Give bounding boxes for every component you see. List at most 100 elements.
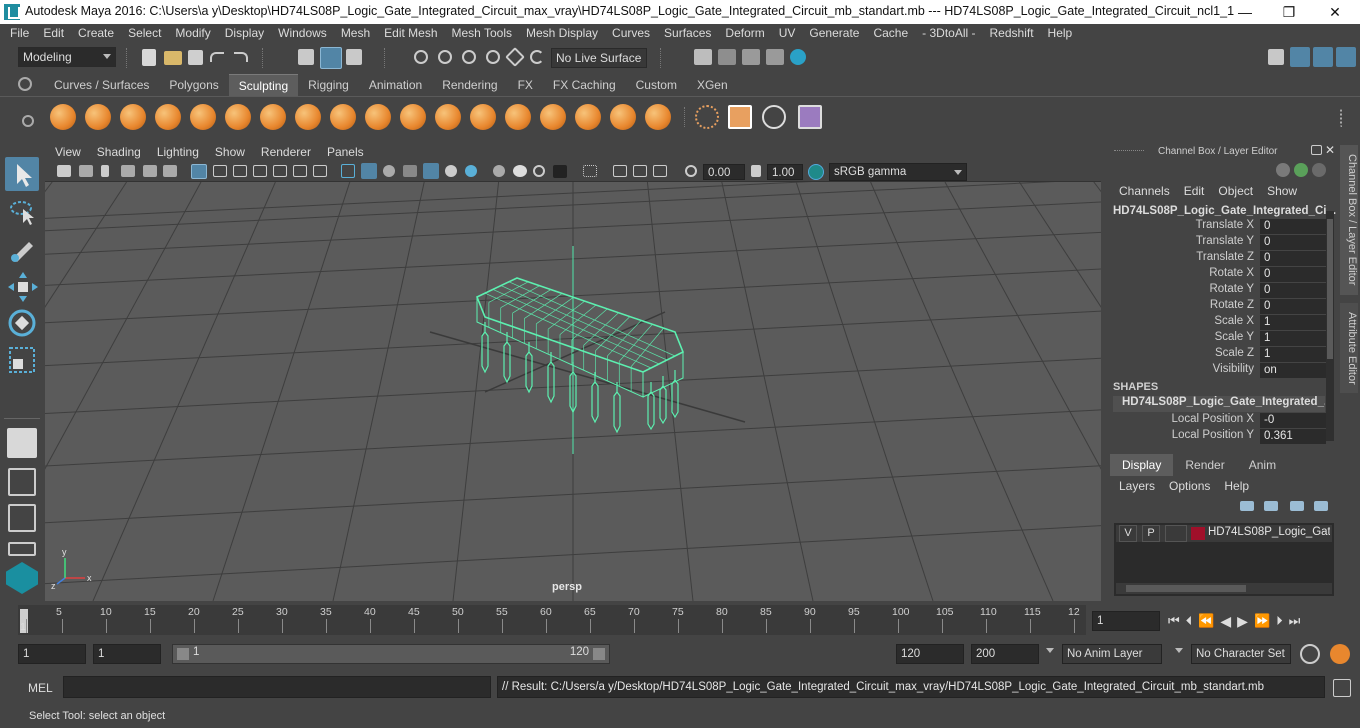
safe-action-icon[interactable] bbox=[293, 165, 307, 177]
motion-blur-icon[interactable] bbox=[493, 165, 505, 177]
scrollbar-thumb[interactable] bbox=[1327, 219, 1333, 359]
hypershade-icon[interactable] bbox=[790, 49, 806, 65]
step-back-frame-icon[interactable]: ⏴ bbox=[1186, 613, 1193, 629]
snap-grid-icon[interactable] bbox=[414, 50, 428, 64]
tab-display[interactable]: Display bbox=[1110, 454, 1174, 476]
edit-menu[interactable]: Edit bbox=[1177, 184, 1212, 198]
chevron-down-icon[interactable] bbox=[1175, 648, 1183, 653]
outliner-layout-icon[interactable] bbox=[8, 504, 36, 532]
close-icon[interactable]: ✕ bbox=[1325, 143, 1335, 157]
animation-preferences-icon[interactable] bbox=[1330, 644, 1350, 664]
go-to-start-icon[interactable]: ⏮ bbox=[1168, 613, 1180, 629]
backface-culling-icon[interactable] bbox=[653, 165, 667, 177]
channel-attribute-label[interactable]: Rotate X bbox=[1098, 267, 1254, 279]
channel-attribute-label[interactable]: Visibility bbox=[1098, 363, 1254, 375]
viewport-menu-shading[interactable]: Shading bbox=[89, 143, 149, 162]
animation-start-field[interactable]: 1 bbox=[93, 644, 161, 664]
toggle-tool-settings-icon[interactable] bbox=[1313, 47, 1333, 67]
command-input[interactable] bbox=[63, 676, 491, 698]
freeze-tool-icon[interactable] bbox=[645, 104, 671, 130]
menu-edit-mesh[interactable]: Edit Mesh bbox=[377, 24, 444, 44]
pinch-tool-icon[interactable] bbox=[190, 104, 216, 130]
channel-attribute-value[interactable]: 0 bbox=[1260, 251, 1326, 266]
menu-display[interactable]: Display bbox=[218, 24, 271, 44]
use-all-lights-icon[interactable] bbox=[423, 163, 439, 179]
tab-anim[interactable]: Anim bbox=[1237, 454, 1288, 476]
command-language-toggle[interactable]: MEL bbox=[28, 681, 53, 695]
shelf-tab-xgen[interactable]: XGen bbox=[687, 74, 738, 96]
channel-attribute-label[interactable]: Translate X bbox=[1098, 219, 1254, 231]
viewport-menu-view[interactable]: View bbox=[47, 143, 89, 162]
shelf-tab-rigging[interactable]: Rigging bbox=[298, 74, 359, 96]
open-scene-icon[interactable] bbox=[164, 51, 182, 65]
select-by-hierarchy-icon[interactable] bbox=[298, 49, 314, 65]
channel-attribute-label[interactable]: Scale Z bbox=[1098, 347, 1254, 359]
shelf-tab-sculpting[interactable]: Sculpting bbox=[228, 74, 299, 96]
four-view-layout-icon[interactable] bbox=[8, 468, 36, 496]
gear-icon[interactable] bbox=[22, 115, 34, 127]
play-forwards-icon[interactable]: ▶ bbox=[1237, 613, 1248, 630]
film-gate-icon[interactable] bbox=[213, 165, 227, 177]
smear-tool-icon[interactable] bbox=[540, 104, 566, 130]
grab-tool-icon[interactable] bbox=[155, 104, 181, 130]
textured-icon[interactable] bbox=[403, 165, 417, 177]
sculpt-layer-icon[interactable] bbox=[798, 105, 822, 129]
channel-box-option-icon-3[interactable] bbox=[1312, 163, 1326, 177]
range-slider-bar[interactable]: 1 120 bbox=[172, 644, 610, 664]
viewport-menu-panels[interactable]: Panels bbox=[319, 143, 372, 162]
channel-box-side-tab[interactable]: Channel Box / Layer Editor bbox=[1340, 145, 1358, 295]
viewport-menu-renderer[interactable]: Renderer bbox=[253, 143, 319, 162]
channel-attribute-value[interactable]: 0 bbox=[1260, 235, 1326, 250]
rotate-tool-icon[interactable] bbox=[5, 306, 39, 340]
channel-attribute-value[interactable]: 1 bbox=[1260, 331, 1326, 346]
script-editor-icon[interactable] bbox=[1333, 679, 1351, 697]
move-tool-icon[interactable] bbox=[5, 269, 39, 303]
minimize-button[interactable]: — bbox=[1230, 2, 1260, 22]
bookmark-icon[interactable] bbox=[101, 165, 109, 177]
render-current-frame-icon[interactable] bbox=[718, 49, 736, 65]
end-time-field[interactable]: 120 bbox=[896, 644, 964, 664]
snap-view-plane-icon[interactable] bbox=[486, 50, 500, 64]
exposure-field[interactable]: 0.00 bbox=[703, 164, 745, 180]
workspace-icon[interactable] bbox=[1268, 49, 1284, 65]
go-to-end-icon[interactable]: ⏭ bbox=[1289, 613, 1301, 629]
layer-visibility-toggle[interactable]: V bbox=[1119, 525, 1137, 542]
live-surface-field[interactable]: No Live Surface bbox=[551, 48, 647, 68]
move-layer-down-icon[interactable] bbox=[1264, 501, 1278, 511]
undo-icon[interactable] bbox=[210, 52, 224, 62]
flatten-tool-icon[interactable] bbox=[225, 104, 251, 130]
step-back-key-icon[interactable]: ⏪ bbox=[1198, 613, 1214, 629]
float-panel-icon[interactable] bbox=[1311, 145, 1322, 155]
object-menu[interactable]: Object bbox=[1211, 184, 1260, 198]
scrollbar-thumb[interactable] bbox=[1126, 585, 1246, 592]
gate-mask-icon[interactable] bbox=[253, 165, 267, 177]
graph-layout-icon[interactable] bbox=[8, 542, 36, 556]
scale-tool-icon[interactable] bbox=[5, 343, 39, 377]
shelf-tab-custom[interactable]: Custom bbox=[626, 74, 687, 96]
animation-end-field[interactable]: 200 bbox=[971, 644, 1039, 664]
shelf-tab-curves-surfaces[interactable]: Curves / Surfaces bbox=[44, 74, 159, 96]
channel-attribute-value[interactable]: 1 bbox=[1260, 347, 1326, 362]
menu-deform[interactable]: Deform bbox=[718, 24, 771, 44]
sculpt-tool-icon[interactable] bbox=[50, 104, 76, 130]
new-layer-from-selection-icon[interactable] bbox=[1314, 501, 1328, 511]
relax-tool-icon[interactable] bbox=[120, 104, 146, 130]
channel-attribute-value[interactable]: 0 bbox=[1260, 299, 1326, 314]
menu-mesh-tools[interactable]: Mesh Tools bbox=[445, 24, 519, 44]
ipr-render-icon[interactable] bbox=[742, 49, 760, 65]
anim-layer-dropdown[interactable]: No Anim Layer bbox=[1062, 644, 1162, 664]
attribute-editor-side-tab[interactable]: Attribute Editor bbox=[1340, 303, 1358, 393]
help-menu[interactable]: Help bbox=[1217, 479, 1256, 493]
shelf-scroll-icon[interactable] bbox=[1340, 109, 1350, 127]
range-end-handle[interactable] bbox=[593, 648, 605, 660]
layer-playback-toggle[interactable]: P bbox=[1142, 525, 1160, 542]
layer-name[interactable]: HD74LS08P_Logic_Gate_I bbox=[1208, 526, 1330, 538]
shelf-tab-animation[interactable]: Animation bbox=[359, 74, 432, 96]
lasso-tool-icon[interactable] bbox=[5, 195, 39, 229]
close-button[interactable]: ✕ bbox=[1320, 2, 1350, 22]
grid-toggle-icon[interactable] bbox=[191, 164, 207, 179]
gamma-icon[interactable] bbox=[751, 165, 761, 177]
shape-attribute-value[interactable]: -0 bbox=[1260, 413, 1326, 428]
knife-tool-icon[interactable] bbox=[505, 104, 531, 130]
channel-attribute-value[interactable]: 0 bbox=[1260, 283, 1326, 298]
